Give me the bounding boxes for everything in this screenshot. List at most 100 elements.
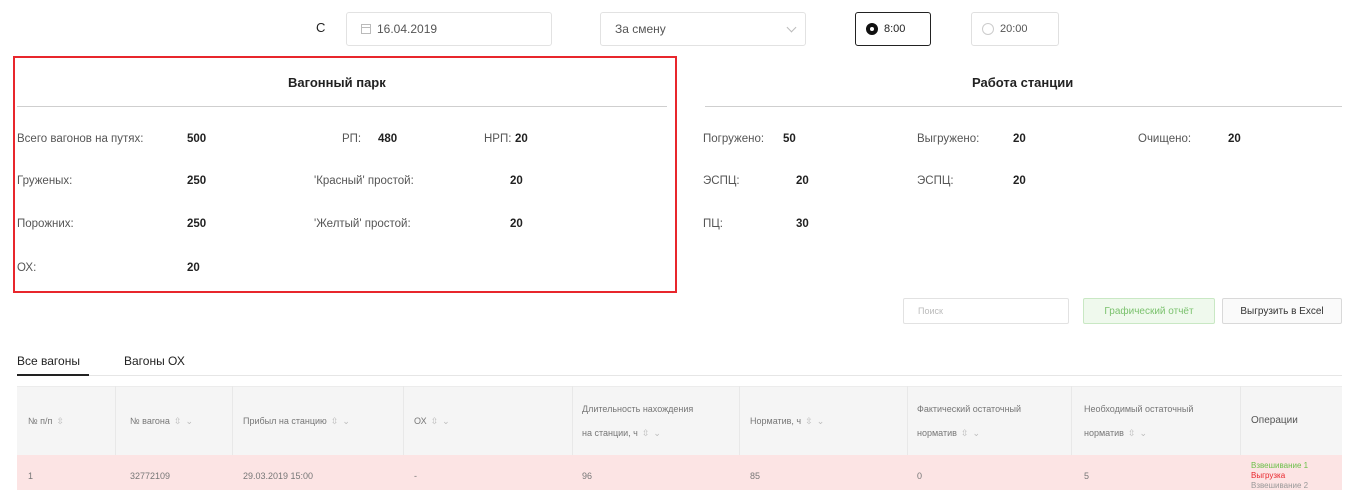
period-select[interactable]: За смену [600,12,806,46]
st-pc-label: ПЦ: [703,218,723,230]
column-separator [403,386,404,455]
export-excel-button[interactable]: Выгрузить в Excel [1222,298,1342,324]
col-header-ox[interactable]: ОХ ⇳ ⌄ [414,386,450,455]
cell-operations: Взвешивание 1 Выгрузка Взвешивание 2 [1251,461,1308,490]
col-header-label: Прибыл на станцию [243,415,327,426]
station-work-divider [705,106,1342,107]
cell-actual: 0 [917,471,923,481]
date-picker[interactable]: 16.04.2019 [346,12,552,46]
op-unloading[interactable]: Выгрузка [1251,471,1308,481]
column-separator [1240,386,1241,455]
sort-icon[interactable]: ⇳ [961,428,969,438]
st-cleaned-label: Очищено: [1138,133,1192,145]
sort-icon[interactable]: ⇳ [431,409,439,433]
col-header-label: норматив [917,427,957,438]
shift-label: 20:00 [1000,23,1028,35]
st-pc-value: 30 [796,218,809,230]
col-header-ops: Операции [1251,414,1298,426]
filter-chevron-icon[interactable]: ⌄ [442,409,450,433]
filter-chevron-icon[interactable]: ⌄ [817,409,825,433]
st-espc2-value: 20 [1013,175,1026,187]
col-header-label: № п/п [28,415,53,426]
col-header-label: норматив [1084,427,1124,438]
cell-required: 5 [1084,471,1090,481]
sort-icon[interactable]: ⇳ [56,409,64,433]
shift-radio-20[interactable]: 20:00 [971,12,1059,46]
ox-label: ОХ: [17,262,37,274]
table-row[interactable] [17,455,1342,490]
shift-label: 8:00 [884,23,906,35]
cell-num: 1 [28,471,34,481]
station-work-title: Работа станции [972,75,1074,90]
col-header-wagon[interactable]: № вагона ⇳ ⌄ [130,386,193,455]
col-header-label: ОХ [414,415,427,426]
tab-ox-wagons[interactable]: Вагоны ОХ [124,354,185,368]
filter-chevron-icon[interactable]: ⌄ [185,409,193,433]
ox-value: 20 [187,262,200,274]
cell-ox: - [414,471,417,481]
col-header-required[interactable]: Необходимый остаточный норматив ⇳ ⌄ [1084,386,1193,455]
col-header-duration[interactable]: Длительность нахождения на станции, ч ⇳ ⌄ [582,386,693,455]
wagon-park-divider [17,106,667,107]
column-separator [572,386,573,455]
search-input[interactable]: Поиск [903,298,1069,324]
graph-report-button[interactable]: Графический отчёт [1083,298,1215,324]
period-value: За смену [615,22,666,36]
column-separator [232,386,233,455]
nrp-label: НРП: [484,133,512,145]
filter-chevron-icon[interactable]: ⌄ [342,409,350,433]
col-header-actual[interactable]: Фактический остаточный норматив ⇳ ⌄ [917,386,1021,455]
col-header-label: № вагона [130,415,170,426]
col-header-norm[interactable]: Норматив, ч ⇳ ⌄ [750,386,824,455]
date-value: 16.04.2019 [377,22,438,36]
shift-radio-8[interactable]: 8:00 [855,12,931,46]
empty-label: Порожних: [17,218,74,230]
st-espc1-label: ЭСПЦ: [703,175,740,187]
red-idle-label: 'Красный' простой: [314,175,414,187]
radio-selected-icon [866,23,878,35]
column-separator [907,386,908,455]
cell-duration: 96 [582,471,593,481]
st-unloaded-label: Выгружено: [917,133,980,145]
nrp-value: 20 [515,133,528,145]
yellow-idle-label: 'Желтый' простой: [314,218,411,230]
red-idle-value: 20 [510,175,523,187]
st-espc2-label: ЭСПЦ: [917,175,954,187]
from-label: С [316,20,326,35]
column-separator [1071,386,1072,455]
sort-icon[interactable]: ⇳ [642,428,650,438]
sort-icon[interactable]: ⇳ [805,409,813,433]
loaded-value: 250 [187,175,207,187]
total-value: 500 [187,133,207,145]
st-espc1-value: 20 [796,175,809,187]
filter-chevron-icon[interactable]: ⌄ [653,428,661,438]
st-loaded-label: Погружено: [703,133,765,145]
col-header-arrived[interactable]: Прибыл на станцию ⇳ ⌄ [243,386,350,455]
sort-icon[interactable]: ⇳ [1128,428,1136,438]
st-cleaned-value: 20 [1228,133,1241,145]
filter-chevron-icon[interactable]: ⌄ [972,428,980,438]
column-separator [739,386,740,455]
op-weighing-1[interactable]: Взвешивание 1 [1251,461,1308,471]
tab-all-wagons[interactable]: Все вагоны [17,354,80,368]
cell-norm: 85 [750,471,761,481]
st-loaded-value: 50 [783,133,796,145]
filter-chevron-icon[interactable]: ⌄ [1139,428,1147,438]
rp-label: РП: [342,133,362,145]
col-header-label: Необходимый остаточный [1084,403,1194,414]
col-header-num[interactable]: № п/п ⇳ [28,386,64,455]
rp-value: 480 [378,133,398,145]
calendar-icon [361,24,371,34]
chevron-down-icon [786,22,797,32]
col-header-label: Фактический остаточный [917,403,1022,414]
yellow-idle-value: 20 [510,218,523,230]
cell-arrived: 29.03.2019 15:00 [243,471,314,481]
sort-icon[interactable]: ⇳ [331,409,339,433]
wagon-park-title: Вагонный парк [288,75,386,90]
sort-icon[interactable]: ⇳ [174,409,182,433]
empty-value: 250 [187,218,207,230]
op-weighing-2[interactable]: Взвешивание 2 [1251,481,1308,490]
cell-wagon: 32772109 [130,471,171,481]
col-header-label: Норматив, ч [750,415,802,426]
loaded-label: Груженых: [17,175,73,187]
